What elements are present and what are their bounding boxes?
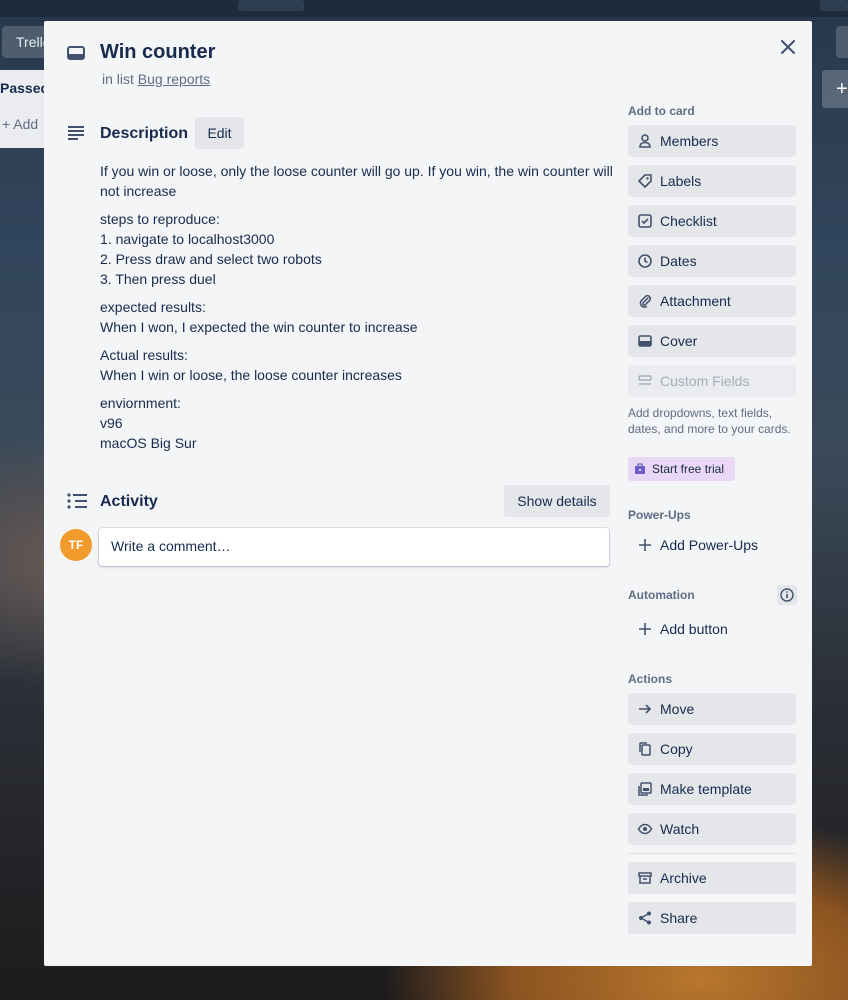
description-paragraph: If you win or loose, only the loose coun…: [100, 163, 613, 199]
actions-heading: Actions: [628, 672, 673, 686]
top-bar-pill[interactable]: [238, 0, 304, 11]
move-button[interactable]: Move: [628, 693, 796, 725]
cover-icon: [637, 333, 653, 349]
custom-fields-note: Add dropdowns, text fields, dates, and m…: [628, 406, 791, 436]
watch-label: Watch: [660, 821, 700, 837]
copy-label: Copy: [660, 741, 693, 757]
description-paragraph: expected results: When I won, I expected…: [100, 299, 418, 335]
labels-label: Labels: [660, 173, 702, 189]
edit-description-button[interactable]: Edit: [195, 117, 244, 149]
description-heading: Description: [100, 125, 189, 142]
checklist-button[interactable]: Checklist: [628, 205, 796, 237]
activity-icon: [66, 491, 88, 511]
card-detail-modal: Win counter in list Bug reports Descript…: [44, 21, 812, 966]
board-header-button-right[interactable]: [836, 26, 848, 58]
close-icon: [781, 40, 795, 54]
add-powerups-button[interactable]: Add Power-Ups: [628, 529, 796, 561]
cover-button[interactable]: Cover: [628, 325, 796, 357]
members-button[interactable]: Members: [628, 125, 796, 157]
description-paragraph: steps to reproduce: 1. navigate to local…: [100, 211, 322, 287]
info-icon[interactable]: [777, 585, 797, 605]
automation-heading: Automation: [628, 588, 695, 602]
archive-button[interactable]: Archive: [628, 862, 796, 894]
share-button[interactable]: Share: [628, 902, 796, 934]
cover-label: Cover: [660, 333, 698, 349]
plus-icon: [637, 621, 653, 637]
description-text[interactable]: If you win or loose, only the loose coun…: [100, 161, 616, 461]
show-details-button[interactable]: Show details: [504, 485, 610, 517]
description-paragraph: enviornment: v96 macOS Big Sur: [100, 395, 197, 451]
archive-label: Archive: [660, 870, 707, 886]
close-button[interactable]: [776, 35, 800, 59]
clock-icon: [637, 253, 653, 269]
template-icon: [637, 781, 653, 797]
add-button-label: Add button: [660, 621, 728, 637]
add-list-button[interactable]: +: [822, 70, 848, 108]
dates-button[interactable]: Dates: [628, 245, 796, 277]
card-list-info: in list Bug reports: [102, 71, 210, 87]
eye-icon: [637, 821, 653, 837]
make-template-button[interactable]: Make template: [628, 773, 796, 805]
card-title[interactable]: Win counter: [100, 41, 215, 64]
copy-icon: [637, 741, 653, 757]
in-list-prefix: in list: [102, 71, 134, 87]
arrow-right-icon: [637, 701, 653, 717]
add-automation-button[interactable]: Add button: [628, 613, 796, 645]
top-bar-pill-right[interactable]: [820, 0, 848, 11]
archive-icon: [637, 870, 653, 886]
share-icon: [637, 910, 653, 926]
board-header-button[interactable]: Trello: [2, 26, 48, 58]
attachment-button[interactable]: Attachment: [628, 285, 796, 317]
tag-icon: [637, 173, 653, 189]
share-label: Share: [660, 910, 698, 926]
plus-icon: +: [836, 78, 848, 100]
custom-fields-button[interactable]: Custom Fields: [628, 365, 796, 397]
board-list-title: Passed: [0, 80, 50, 96]
members-label: Members: [660, 133, 719, 149]
activity-heading: Activity: [100, 493, 158, 510]
top-app-bar: [0, 0, 848, 17]
move-label: Move: [660, 701, 695, 717]
comment-input[interactable]: Write a comment…: [99, 528, 609, 566]
dates-label: Dates: [660, 253, 697, 269]
make-template-label: Make template: [660, 781, 752, 797]
actions-divider: [628, 853, 796, 854]
plus-icon: [637, 537, 653, 553]
description-paragraph: Actual results: When I win or loose, the…: [100, 347, 402, 383]
add-to-card-heading: Add to card: [628, 104, 695, 118]
add-powerups-label: Add Power-Ups: [660, 537, 759, 553]
checklist-label: Checklist: [660, 213, 717, 229]
person-icon: [637, 133, 653, 149]
start-free-trial-button[interactable]: Start free trial: [628, 457, 735, 481]
custom-fields-icon: [637, 373, 653, 389]
description-icon: [66, 123, 86, 143]
attachment-label: Attachment: [660, 293, 731, 309]
list-link[interactable]: Bug reports: [138, 71, 210, 87]
avatar[interactable]: TF: [60, 529, 92, 561]
watch-button[interactable]: Watch: [628, 813, 796, 845]
labels-button[interactable]: Labels: [628, 165, 796, 197]
start-free-trial-label: Start free trial: [652, 462, 725, 476]
copy-button[interactable]: Copy: [628, 733, 796, 765]
checkbox-icon: [637, 213, 653, 229]
paperclip-icon: [637, 293, 653, 309]
board-list-add-card[interactable]: + Add: [2, 116, 38, 132]
powerups-heading: Power-Ups: [628, 508, 691, 522]
briefcase-icon: [634, 463, 646, 478]
card-icon: [66, 43, 86, 63]
custom-fields-label: Custom Fields: [660, 373, 750, 389]
